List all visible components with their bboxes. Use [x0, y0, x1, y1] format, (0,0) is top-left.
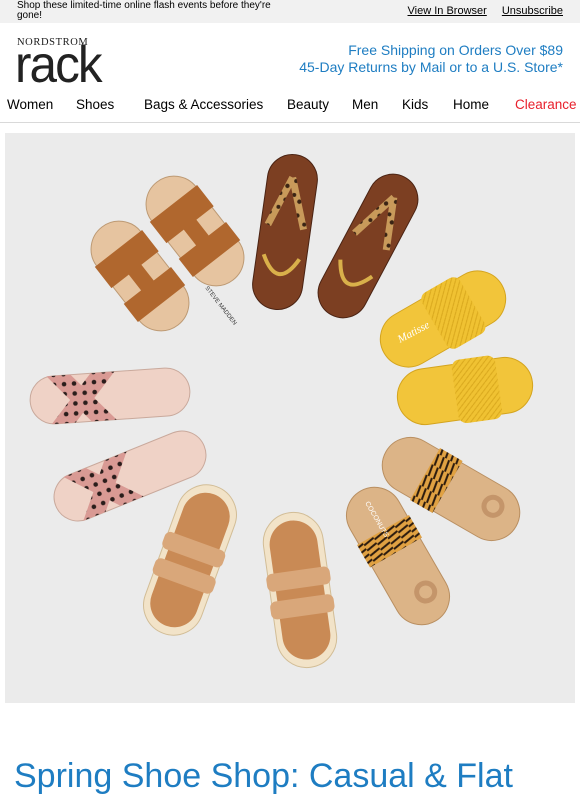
- nordstrom-rack-logo[interactable]: NORDSTROM rack: [15, 37, 117, 91]
- logo-big-text: rack: [15, 36, 103, 94]
- leopard-sandal-right: [317, 173, 419, 319]
- main-nav: Women Shoes Bags & Accessories Beauty Me…: [0, 95, 580, 123]
- leopard-sandal-left: [252, 154, 318, 310]
- promo-returns: 45-Day Returns by Mail or to a U.S. Stor…: [299, 59, 563, 75]
- nav-men[interactable]: Men: [352, 97, 378, 112]
- section-headline: Spring Shoe Shop: Casual & Flat: [14, 757, 513, 795]
- pink-dot-sandal-top: [29, 367, 191, 425]
- top-links: View In Browser Unsubscribe: [396, 5, 563, 17]
- nav-bags-accessories[interactable]: Bags & Accessories: [144, 97, 263, 112]
- view-in-browser-link[interactable]: View In Browser: [408, 5, 487, 17]
- nav-clearance[interactable]: Clearance: [515, 97, 577, 112]
- tan-strap-sandal-left: [143, 484, 237, 636]
- nav-women[interactable]: Women: [7, 97, 53, 112]
- unsubscribe-link[interactable]: Unsubscribe: [502, 5, 563, 17]
- promo-free-shipping: Free Shipping on Orders Over $89: [348, 42, 563, 58]
- hero-image[interactable]: STEVE MADDEN Matisse COCONUTS: [5, 133, 575, 703]
- top-bar: Shop these limited-time online flash eve…: [0, 0, 580, 23]
- nav-beauty[interactable]: Beauty: [287, 97, 329, 112]
- promo-block: Free Shipping on Orders Over $89 45-Day …: [299, 42, 563, 76]
- nav-kids[interactable]: Kids: [402, 97, 428, 112]
- sandals-illustration: STEVE MADDEN Matisse COCONUTS: [29, 154, 534, 669]
- sandal-label-steve: STEVE MADDEN: [203, 286, 237, 327]
- nav-home[interactable]: Home: [453, 97, 489, 112]
- preheader-text: Shop these limited-time online flash eve…: [17, 0, 271, 21]
- nav-shoes[interactable]: Shoes: [76, 97, 114, 112]
- tan-strap-sandal-right: [262, 511, 338, 669]
